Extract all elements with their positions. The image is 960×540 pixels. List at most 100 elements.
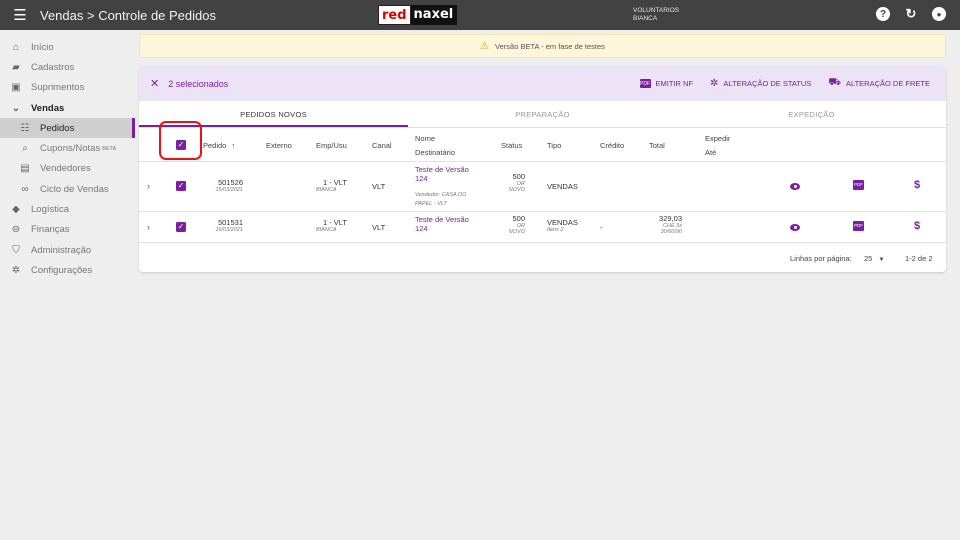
logo-naxel-text: naxel — [410, 5, 458, 25]
row-checkbox[interactable]: ✓ — [176, 222, 186, 232]
row-checkbox[interactable]: ✓ — [176, 181, 186, 191]
column-header-destinatario[interactable]: Destinatário — [415, 148, 455, 157]
sidebar-item-vendas[interactable]: ⌄ Vendas — [0, 98, 135, 118]
alteracao-frete-label: ALTERAÇÃO DE FRETE — [845, 79, 930, 88]
sidebar-item-inicio[interactable]: ⌂ Início — [0, 37, 135, 57]
top-app-bar: ☰ Vendas > Controle de Pedidos red naxel … — [0, 0, 960, 30]
dollar-icon[interactable]: $ — [914, 220, 920, 232]
sidebar-item-financas[interactable]: ⊜ Finanças — [0, 220, 135, 240]
refresh-icon[interactable]: ↻ — [904, 6, 918, 21]
recipient-name-line2[interactable]: 124 — [415, 174, 469, 183]
diamond-icon: ◆ — [12, 204, 20, 216]
column-header-credito[interactable]: Crédito — [600, 141, 624, 150]
truck-icon: ⛟ — [828, 77, 841, 88]
pdf-icon: PDF — [639, 79, 651, 88]
alteracao-status-label: ALTERAÇÃO DE STATUS — [723, 79, 812, 88]
status-label: NOVO — [508, 229, 525, 235]
sidebar-item-vendedores[interactable]: ▤ Vendedores — [0, 159, 135, 179]
rows-per-page-value: 25 — [864, 254, 873, 263]
status-code: 500 — [512, 172, 525, 181]
tipo-value: VENDAS — [547, 182, 578, 191]
tab-preparacao[interactable]: PREPARAÇÃO — [408, 101, 677, 127]
account-icon[interactable]: ● — [932, 7, 946, 21]
canal-value: VLT — [372, 182, 386, 191]
eye-icon[interactable] — [790, 183, 800, 190]
gear-icon: ✲ — [11, 264, 21, 276]
alteracao-status-button[interactable]: ✲ ALTERAÇÃO DE STATUS — [710, 78, 811, 89]
column-header-externo[interactable]: Externo — [266, 141, 292, 150]
alteracao-frete-button[interactable]: ⛟ ALTERAÇÃO DE FRETE — [828, 77, 930, 90]
column-header-pedido[interactable]: Pedido ↑ — [203, 141, 235, 150]
infinity-icon: ∞ — [21, 183, 29, 195]
sidebar-item-suprimentos[interactable]: ▣ Suprimentos — [0, 78, 135, 98]
sidebar-item-label: Finanças — [31, 224, 70, 236]
help-icon[interactable]: ? — [876, 7, 890, 21]
company-logo: red naxel — [378, 5, 458, 25]
expand-chevron-icon[interactable]: › — [147, 222, 150, 232]
sidebar-item-cupons-notas[interactable]: ⌕ Cupons/Notas BETA — [0, 138, 135, 158]
table-row[interactable]: › ✓ 501531 16/03/2021 1 - VLT BIANCA VLT… — [139, 212, 946, 243]
sidebar-item-pedidos[interactable]: ☷ Pedidos — [0, 118, 135, 139]
column-header-expedir[interactable]: Expedir — [705, 134, 730, 143]
warning-icon: ⚠ — [480, 40, 490, 52]
tipo-items: Itens 2 — [547, 227, 564, 233]
sort-arrow-up-icon: ↑ — [231, 141, 236, 150]
rows-per-page-label: Linhas por página: — [790, 254, 852, 263]
sidebar-item-logistica[interactable]: ◆ Logística — [0, 199, 135, 219]
pdf-icon[interactable]: PDF — [853, 221, 864, 231]
selected-count: 2 selecionados — [168, 78, 229, 89]
sidebar-item-administracao[interactable]: ⛉ Administração — [0, 240, 135, 260]
column-label: Pedido — [203, 141, 227, 150]
rows-per-page-select[interactable]: 25 ▼ — [864, 254, 884, 263]
table-row[interactable]: › ✓ 501526 15/03/2021 1 - VLT BIANCA VLT… — [139, 162, 946, 212]
beta-banner-text: Versão BETA - em fase de testes — [495, 41, 605, 51]
eye-icon[interactable] — [790, 224, 800, 231]
sidebar-item-label: Pedidos — [40, 122, 75, 134]
receipt-search-icon: ⌕ — [22, 143, 28, 155]
status-label: NOVO — [508, 187, 525, 193]
column-header-nome[interactable]: Nome — [415, 134, 435, 143]
user-name: BIANCA — [633, 15, 658, 22]
canal-value: VLT — [372, 223, 386, 232]
id-card-icon: ▤ — [20, 163, 30, 175]
sidebar-item-cadastros[interactable]: ▰ Cadastros — [0, 57, 135, 77]
tab-expedicao[interactable]: EXPEDIÇÃO — [677, 101, 946, 127]
menu-icon[interactable]: ☰ — [0, 0, 40, 30]
dropdown-arrow-icon: ▼ — [878, 257, 885, 263]
close-icon[interactable]: ✕ — [150, 77, 159, 90]
recipient-name-link[interactable]: Teste de Versão — [415, 215, 469, 224]
recipient-name-line2[interactable]: 124 — [415, 224, 469, 233]
sidebar-item-label: Vendedores — [40, 163, 91, 175]
orders-card: ✕ 2 selecionados PDF EMITIR NF ✲ ALTERAÇ… — [139, 66, 946, 272]
emp-value: 1 - VLT — [322, 178, 347, 187]
table-pagination: Linhas por página: 25 ▼ 1-2 de 2 — [139, 242, 946, 272]
column-header-status[interactable]: Status — [501, 141, 522, 150]
expand-chevron-icon[interactable]: › — [147, 181, 150, 191]
status-code: 500 — [512, 214, 525, 223]
shield-icon: ⛉ — [12, 244, 20, 256]
order-number: 501526 — [217, 178, 243, 187]
sidebar-item-label: Administração — [31, 244, 92, 256]
list-icon: ☷ — [20, 122, 30, 134]
sidebar-item-ciclo-de-vendas[interactable]: ∞ Ciclo de Vendas — [0, 179, 135, 199]
pdf-icon[interactable]: PDF — [853, 180, 864, 190]
column-header-ate[interactable]: Até — [705, 148, 716, 157]
column-header-tipo[interactable]: Tipo — [547, 141, 561, 150]
sidebar-item-label: Cupons/Notas — [40, 143, 101, 155]
recipient-name-link[interactable]: Teste de Versão — [415, 165, 469, 174]
tipo-value: VENDAS — [547, 218, 578, 227]
chevron-down-icon: ⌄ — [11, 102, 21, 114]
emitir-nf-label: EMITIR NF — [655, 79, 694, 88]
dollar-icon[interactable]: $ — [914, 179, 920, 191]
order-number: 501531 — [217, 218, 243, 227]
logo-red-text: red — [378, 5, 411, 25]
page-title: Vendas > Controle de Pedidos — [40, 7, 216, 23]
column-header-emp-usu[interactable]: Emp/Usu — [316, 141, 347, 150]
money-icon: ⊜ — [11, 224, 21, 236]
emitir-nf-button[interactable]: PDF EMITIR NF — [639, 79, 694, 88]
order-date: 16/03/2021 — [215, 227, 243, 233]
sidebar-item-configuracoes[interactable]: ✲ Configurações — [0, 260, 135, 280]
column-header-total[interactable]: Total — [649, 141, 665, 150]
vendor-line2: PAPEL - VLT — [415, 201, 447, 207]
column-header-canal[interactable]: Canal — [372, 141, 392, 150]
